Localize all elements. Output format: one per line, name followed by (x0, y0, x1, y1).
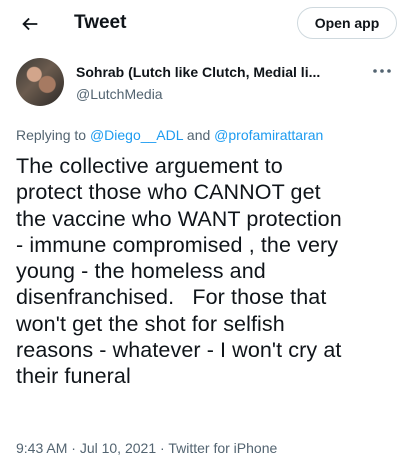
separator: · (67, 440, 80, 456)
open-app-button[interactable]: Open app (297, 7, 397, 39)
tweet-metadata: 9:43 AM · Jul 10, 2021 · Twitter for iPh… (16, 440, 396, 456)
arrow-left-icon (22, 17, 38, 31)
replying-to-prefix: Replying to (16, 127, 90, 143)
back-button[interactable] (16, 10, 44, 38)
replying-to-line: Replying to @Diego__ADL and @profamiratt… (16, 127, 396, 143)
top-bar: Tweet Open app (0, 0, 408, 48)
tweet-date[interactable]: Jul 10, 2021 (80, 440, 156, 456)
author-handle[interactable]: @LutchMedia (76, 86, 163, 102)
page-title: Tweet (74, 12, 127, 33)
separator: · (156, 440, 169, 456)
avatar[interactable] (16, 58, 64, 106)
replying-to-connector: and (183, 127, 215, 143)
reply-mention-link[interactable]: @Diego__ADL (90, 127, 183, 143)
author-display-name[interactable]: Sohrab (Lutch like Clutch, Medial li... (76, 64, 352, 80)
tweet-time[interactable]: 9:43 AM (16, 440, 67, 456)
tweet-source[interactable]: Twitter for iPhone (168, 440, 277, 456)
tweet-text: The collective arguement to protect thos… (16, 154, 342, 389)
more-options-button[interactable] (370, 62, 394, 80)
reply-mention-link[interactable]: @profamirattaran (214, 127, 323, 143)
more-horizontal-icon (373, 69, 391, 73)
